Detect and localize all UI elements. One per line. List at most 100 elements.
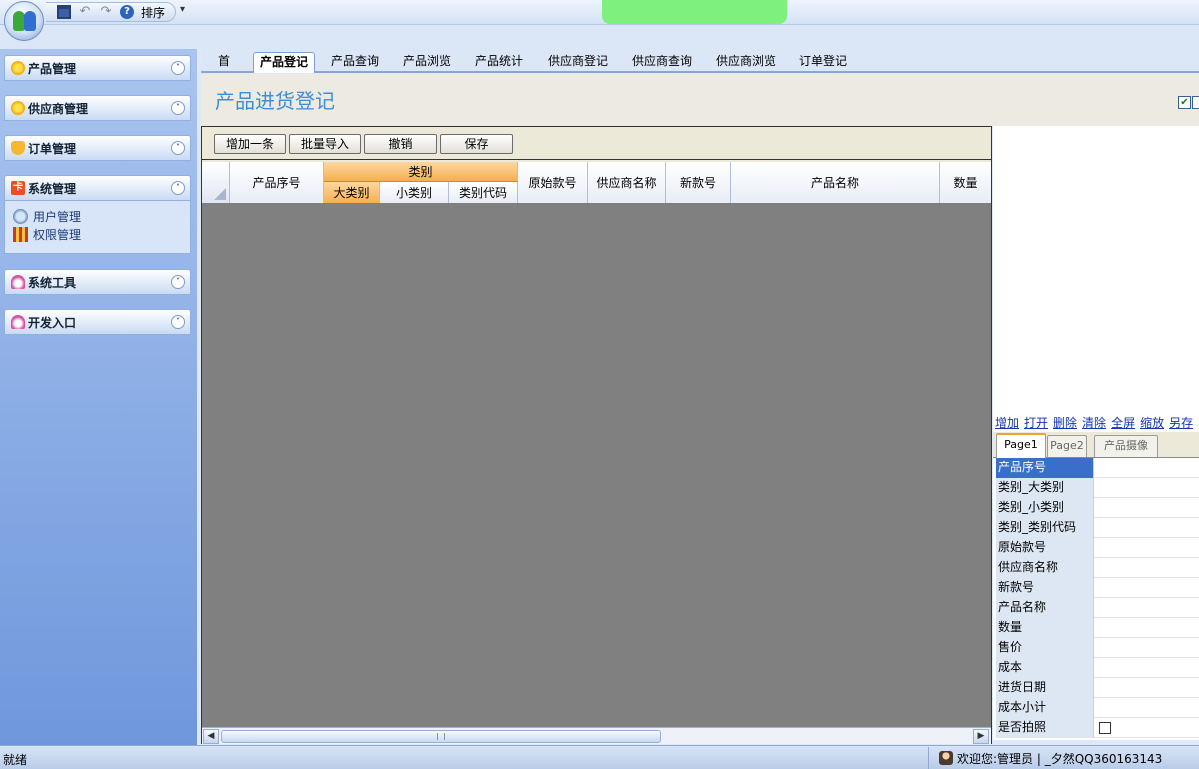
option-checkbox[interactable]: ✔ [1178,96,1191,109]
nav-group-title: 系统工具 [28,275,77,290]
property-row[interactable]: 原始款号 [996,538,1199,558]
save-as-link[interactable]: 另存 [1169,416,1193,430]
nav-group-dev[interactable]: 开发入口 ˅ [4,309,191,335]
property-label: 售价 [996,638,1094,658]
property-row[interactable]: 供应商名称 [996,558,1199,578]
photographed-checkbox[interactable] [1099,722,1111,734]
col-header-major[interactable]: 大类别 [324,182,380,203]
property-row[interactable]: 售价 [996,638,1199,658]
scroll-thumb[interactable] [221,730,661,743]
tab-home[interactable]: 首页 [209,52,239,87]
trophy-icon [11,141,25,155]
property-row[interactable]: 进货日期 [996,678,1199,698]
col-header-minor[interactable]: 小类别 [380,182,449,203]
col-header-qty[interactable]: 数量 [940,162,991,203]
open-link[interactable]: 打开 [1024,416,1048,430]
chevron-down-icon[interactable]: ˅ [171,315,185,329]
add-link[interactable]: 增加 [995,416,1019,430]
tab-product-photo[interactable]: 产品摄像 [1094,435,1158,457]
nav-group-supplier[interactable]: 供应商管理 ˅ [4,95,191,121]
tab-product-stats[interactable]: 产品统计 [471,52,527,73]
col-header-serial[interactable]: 产品序号 [230,162,324,203]
property-label: 产品序号 [996,458,1094,478]
nav-group-header[interactable]: 卡 系统管理 ˄ [4,175,191,201]
property-row[interactable]: 产品名称 [996,598,1199,618]
nav-group-header[interactable]: 订单管理 ˅ [4,135,191,161]
property-label: 成本 [996,658,1094,678]
tab-supplier-register[interactable]: 供应商登记 [543,52,613,73]
col-header-orig-no[interactable]: 原始款号 [518,162,588,203]
sort-button[interactable]: 排序 [141,4,165,21]
redo-icon[interactable]: ↷ [99,5,113,19]
nav-group-tools[interactable]: 系统工具 ˅ [4,269,191,295]
scroll-left-icon[interactable]: ◀ [203,729,219,744]
nav-group-header[interactable]: 开发入口 ˅ [4,309,191,335]
tab-product-query[interactable]: 产品查询 [327,52,383,73]
save-icon[interactable] [57,5,71,19]
scroll-right-icon[interactable]: ▶ [973,729,989,744]
nav-group-product[interactable]: 产品管理 ˅ [4,55,191,81]
col-header-supplier[interactable]: 供应商名称 [588,162,666,203]
tab-product-register[interactable]: 产品登记 [253,52,315,73]
option-checkbox-edge[interactable] [1192,96,1199,109]
property-row[interactable]: 产品序号 [996,458,1199,478]
qat-customize-dropdown[interactable]: ▾ [180,4,185,15]
save-button[interactable]: 保存 [440,134,513,154]
help-icon[interactable]: ? [120,5,134,19]
nav-group-header[interactable]: 产品管理 ˅ [4,55,191,81]
nav-group-title: 系统管理 [28,181,77,196]
property-row[interactable]: 新款号 [996,578,1199,598]
tab-order-register[interactable]: 订单登记 [795,52,851,73]
status-text: 就绪 [3,753,28,767]
property-label: 成本小计 [996,698,1094,718]
nav-item-permission-management[interactable]: 权限管理 [13,225,182,243]
horizontal-scrollbar[interactable]: ◀ ▶ [202,727,991,744]
chevron-down-icon[interactable]: ˅ [171,141,185,155]
property-label: 供应商名称 [996,558,1094,578]
nav-group-title: 开发入口 [28,315,77,330]
col-group-header-category: 类别 [324,162,518,182]
col-header-code[interactable]: 类别代码 [449,182,518,203]
chevron-down-icon[interactable]: ˅ [171,61,185,75]
delete-link[interactable]: 删除 [1053,416,1077,430]
nav-group-system[interactable]: 卡 系统管理 ˄ 用户管理 权限管理 [4,175,191,254]
clear-link[interactable]: 清除 [1082,416,1106,430]
undo-icon[interactable]: ↶ [78,5,92,19]
zoom-link[interactable]: 缩放 [1140,416,1164,430]
col-header-new-no[interactable]: 新款号 [666,162,731,203]
welcome-text: 欢迎您:管理员 | _夕然QQ360163143 [957,751,1163,766]
image-preview-area [993,126,1199,414]
property-row[interactable]: 数量 [996,618,1199,638]
add-one-button[interactable]: 增加一条 [214,134,286,154]
data-grid[interactable]: 产品序号 类别 大类别 小类别 类别代码 原始款号 供应商名称 新款号 产品名称… [202,162,991,728]
col-header-name[interactable]: 产品名称 [731,162,940,203]
nav-group-order[interactable]: 订单管理 ˅ [4,135,191,161]
batch-import-button[interactable]: 批量导入 [289,134,361,154]
property-row[interactable]: 类别_小类别 [996,498,1199,518]
property-row[interactable]: 类别_大类别 [996,478,1199,498]
tab-supplier-browse[interactable]: 供应商浏览 [711,52,781,73]
property-tabs: Page1 Page2 产品摄像 [993,432,1199,458]
chevron-down-icon[interactable]: ˅ [171,101,185,115]
tab-supplier-query[interactable]: 供应商查询 [627,52,697,73]
nav-item-label: 用户管理 [33,209,82,224]
property-row[interactable]: 类别_类别代码 [996,518,1199,538]
property-row[interactable]: 成本小计 [996,698,1199,718]
nav-group-header[interactable]: 供应商管理 ˅ [4,95,191,121]
undo-button[interactable]: 撤销 [364,134,437,154]
tab-page1[interactable]: Page1 [996,433,1046,458]
app-menu-orb[interactable] [4,1,44,41]
fullscreen-link[interactable]: 全屏 [1111,416,1135,430]
property-row[interactable]: 是否拍照 [996,718,1199,738]
nav-item-user-management[interactable]: 用户管理 [13,207,182,225]
chevron-up-icon[interactable]: ˄ [171,181,185,195]
users-icon [13,208,28,224]
tab-page2[interactable]: Page2 [1047,435,1087,457]
nav-group-header[interactable]: 系统工具 ˅ [4,269,191,295]
property-row[interactable]: 成本 [996,658,1199,678]
nav-group-title: 订单管理 [28,141,77,156]
chevron-down-icon[interactable]: ˅ [171,275,185,289]
left-navigation: 产品管理 ˅ 供应商管理 ˅ 订单管理 ˅ 卡 系统管理 ˄ 用户管理 权限管理… [0,49,197,745]
select-all-corner[interactable] [202,162,230,203]
tab-product-browse[interactable]: 产品浏览 [399,52,455,73]
